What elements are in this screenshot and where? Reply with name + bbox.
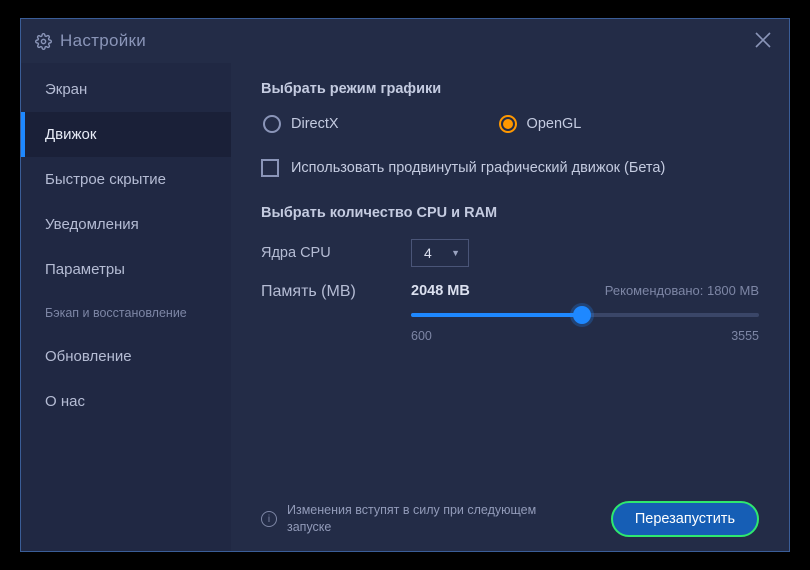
checkbox-label: Использовать продвинутый графический дви… xyxy=(291,160,665,176)
graphics-mode-radios: DirectX OpenGL xyxy=(261,115,759,133)
settings-window: Настройки Экран Движок Быстрое скрытие У… xyxy=(20,18,790,552)
window-body: Экран Движок Быстрое скрытие Уведомления… xyxy=(21,63,789,551)
sidebar-item-label: Экран xyxy=(45,81,87,98)
sidebar-item-label: Бэкап и восстановление xyxy=(45,306,187,320)
slider-track xyxy=(411,313,759,317)
cpu-cores-select[interactable]: 4 ▼ xyxy=(411,239,469,267)
sidebar-item-label: Быстрое скрытие xyxy=(45,171,166,188)
sidebar-item-backup[interactable]: Бэкап и восстановление xyxy=(21,292,231,334)
radio-label: OpenGL xyxy=(527,116,582,132)
graphics-mode-title: Выбрать режим графики xyxy=(261,81,759,97)
memory-label: Память (MB) xyxy=(261,283,411,301)
sidebar: Экран Движок Быстрое скрытие Уведомления… xyxy=(21,63,231,551)
footer: i Изменения вступят в силу при следующем… xyxy=(261,501,759,537)
sidebar-item-notifications[interactable]: Уведомления xyxy=(21,202,231,247)
main-panel: Выбрать режим графики DirectX OpenGL Исп… xyxy=(231,63,789,551)
gear-icon xyxy=(35,33,52,50)
sidebar-item-screen[interactable]: Экран xyxy=(21,67,231,112)
cpu-cores-row: Ядра CPU 4 ▼ xyxy=(261,239,759,267)
sidebar-item-parameters[interactable]: Параметры xyxy=(21,247,231,292)
close-icon[interactable] xyxy=(751,26,775,56)
sidebar-item-label: Движок xyxy=(45,126,96,143)
memory-slider[interactable]: 600 3555 xyxy=(411,309,759,343)
memory-row: Память (MB) 2048 MB Рекомендовано: 1800 … xyxy=(261,283,759,343)
slider-max: 3555 xyxy=(731,329,759,343)
sidebar-item-engine[interactable]: Движок xyxy=(21,112,231,157)
radio-directx[interactable]: DirectX xyxy=(263,115,339,133)
radio-label: DirectX xyxy=(291,116,339,132)
window-title: Настройки xyxy=(60,31,146,51)
cpu-ram-title: Выбрать количество CPU и RAM xyxy=(261,205,759,221)
select-value: 4 xyxy=(424,245,432,261)
sidebar-item-label: Уведомления xyxy=(45,216,139,233)
radio-circle-icon xyxy=(263,115,281,133)
checkbox-icon xyxy=(261,159,279,177)
info-icon: i xyxy=(261,511,277,527)
slider-min: 600 xyxy=(411,329,432,343)
radio-opengl[interactable]: OpenGL xyxy=(499,115,582,133)
restart-button[interactable]: Перезапустить xyxy=(611,501,759,537)
memory-value: 2048 MB xyxy=(411,283,470,299)
sidebar-item-about[interactable]: О нас xyxy=(21,379,231,424)
slider-fill xyxy=(411,313,582,317)
radio-circle-icon xyxy=(499,115,517,133)
info-text: Изменения вступят в силу при следующем з… xyxy=(287,502,547,536)
titlebar: Настройки xyxy=(21,19,789,63)
advanced-engine-checkbox[interactable]: Использовать продвинутый графический дви… xyxy=(261,159,759,177)
cpu-cores-label: Ядра CPU xyxy=(261,245,411,261)
sidebar-item-label: Обновление xyxy=(45,348,132,365)
sidebar-item-quick-hide[interactable]: Быстрое скрытие xyxy=(21,157,231,202)
slider-range-labels: 600 3555 xyxy=(411,329,759,343)
sidebar-item-label: О нас xyxy=(45,393,85,410)
sidebar-item-update[interactable]: Обновление xyxy=(21,334,231,379)
slider-thumb[interactable] xyxy=(573,306,591,324)
sidebar-item-label: Параметры xyxy=(45,261,125,278)
caret-down-icon: ▼ xyxy=(451,248,460,258)
memory-recommended: Рекомендовано: 1800 MB xyxy=(605,283,759,298)
